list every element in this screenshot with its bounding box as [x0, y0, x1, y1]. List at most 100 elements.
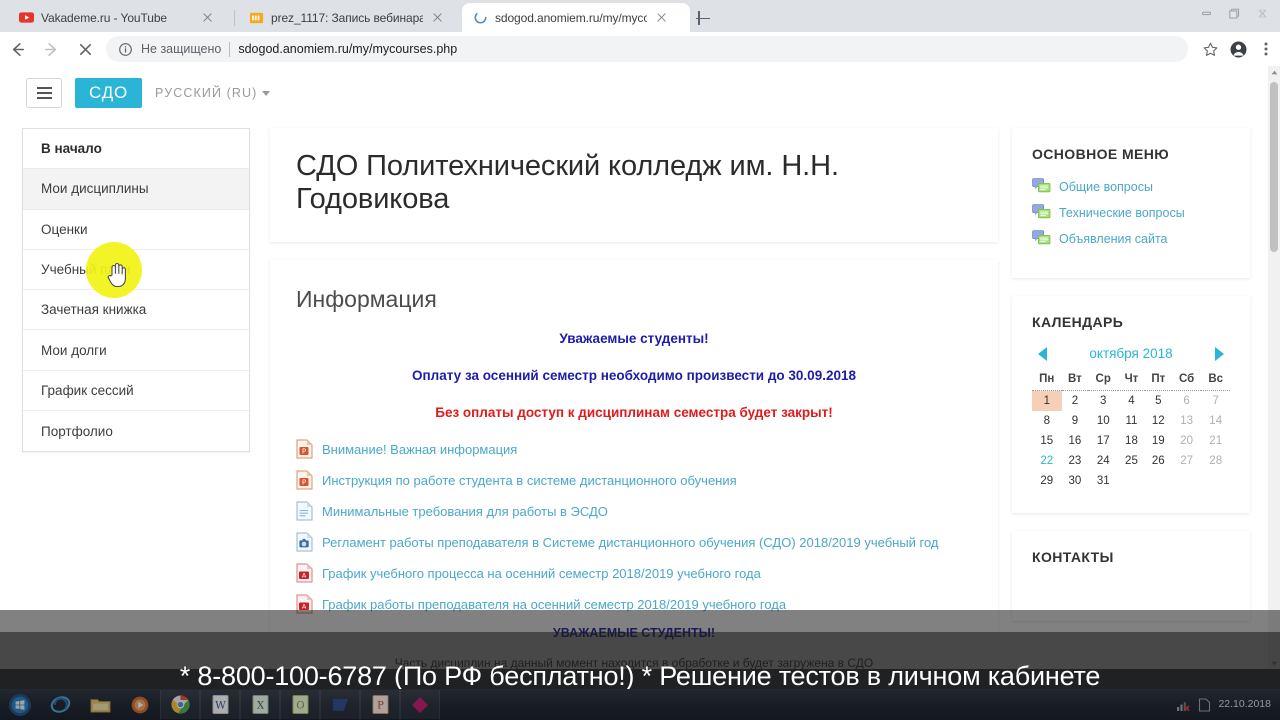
- calendar-day[interactable]: 15: [1032, 431, 1062, 451]
- sidebar-item-home[interactable]: В начало: [23, 129, 249, 170]
- back-button[interactable]: [0, 32, 34, 66]
- tab-close-icon[interactable]: [200, 10, 215, 25]
- bookmark-star-icon[interactable]: [1196, 32, 1224, 66]
- main-menu-item-general[interactable]: Общие вопросы: [1032, 178, 1230, 195]
- calendar-day[interactable]: 13: [1172, 411, 1202, 431]
- calendar-day[interactable]: 21: [1201, 431, 1230, 451]
- url-text: sdogod.anomiem.ru/my/mycourses.php: [238, 42, 458, 56]
- calendar-day[interactable]: 2: [1062, 391, 1089, 412]
- stop-loading-button[interactable]: [68, 32, 102, 66]
- calendar-day[interactable]: 25: [1118, 451, 1145, 471]
- internet-explorer-icon[interactable]: [40, 690, 80, 719]
- document-link[interactable]: Минимальные требования для работы в ЭСДО: [322, 502, 608, 522]
- document-link[interactable]: Внимание! Важная информация: [322, 440, 517, 460]
- calendar-day[interactable]: 3: [1088, 391, 1118, 412]
- chrome-icon[interactable]: [160, 690, 200, 719]
- system-clock[interactable]: 22.10.2018: [1218, 698, 1271, 711]
- calendar-day[interactable]: 30: [1062, 471, 1089, 491]
- sidebar-item-record-book[interactable]: Зачетная книжка: [23, 290, 249, 331]
- list-item[interactable]: P Инструкция по работе студента в систем…: [296, 470, 972, 491]
- tab-close-icon[interactable]: [654, 10, 669, 25]
- tab-title: sdogod.anomiem.ru/my/mycoun: [495, 10, 647, 25]
- calendar-day[interactable]: 11: [1118, 411, 1145, 431]
- prev-month-arrow-icon[interactable]: [1038, 346, 1047, 361]
- chrome-menu-icon[interactable]: [1252, 32, 1280, 66]
- language-label: РУССКИЙ (RU): [155, 86, 258, 100]
- folder-icon[interactable]: [80, 690, 120, 719]
- calendar-day[interactable]: 24: [1088, 451, 1118, 471]
- calendar-day[interactable]: 28: [1201, 451, 1230, 471]
- calendar-day[interactable]: 23: [1062, 451, 1089, 471]
- new-tab-button[interactable]: [692, 7, 714, 29]
- calendar-day[interactable]: 4: [1118, 391, 1145, 412]
- network-error-icon[interactable]: [1176, 698, 1191, 712]
- main-menu-item-technical[interactable]: Технические вопросы: [1032, 204, 1230, 221]
- sidebar-item-grades[interactable]: Оценки: [23, 210, 249, 250]
- address-bar[interactable]: Не защищено sdogod.anomiem.ru/my/mycours…: [106, 36, 1188, 62]
- calendar-day[interactable]: 19: [1145, 431, 1172, 451]
- windows-taskbar: W X O P 22.10.2018: [0, 689, 1280, 720]
- excel-icon[interactable]: X: [240, 690, 280, 719]
- sidebar-item-session-schedule[interactable]: График сессий: [23, 371, 249, 412]
- right-sidebar: ОСНОВНОЕ МЕНЮ Общие вопросы Технические …: [1012, 128, 1250, 669]
- close-button[interactable]: [1248, 2, 1276, 24]
- forum-icon: [1032, 204, 1051, 219]
- calendar-day-today[interactable]: 22: [1032, 451, 1062, 471]
- sidebar-item-my-debts[interactable]: Мои долги: [23, 330, 249, 371]
- calendar-day[interactable]: 20: [1172, 431, 1202, 451]
- document-link[interactable]: Инструкция по работе студента в системе …: [322, 471, 737, 491]
- main-menu-item-announcements[interactable]: Объявления сайта: [1032, 230, 1230, 247]
- diamond-icon[interactable]: [400, 690, 440, 719]
- onenote-icon[interactable]: O: [280, 690, 320, 719]
- calendar-day[interactable]: 17: [1088, 431, 1118, 451]
- powerpoint-icon[interactable]: P: [360, 690, 400, 719]
- calendar-day[interactable]: 1: [1032, 390, 1062, 411]
- document-link[interactable]: График учебного процесса на осенний семе…: [322, 564, 761, 584]
- calendar-day[interactable]: 27: [1172, 451, 1202, 471]
- calendar-day[interactable]: 5: [1145, 391, 1172, 412]
- calendar-day[interactable]: 14: [1201, 411, 1230, 431]
- calendar-day[interactable]: 18: [1118, 431, 1145, 451]
- page-scrollbar[interactable]: [1268, 66, 1280, 669]
- list-item[interactable]: P Внимание! Важная информация: [296, 439, 972, 460]
- document-tray-icon[interactable]: [1198, 697, 1211, 712]
- restore-button[interactable]: [1220, 2, 1248, 24]
- browser-tab-2[interactable]: prez_1117: Запись вебинара (0: [238, 3, 462, 32]
- calendar-day[interactable]: 7: [1201, 391, 1230, 412]
- tab-close-icon[interactable]: [430, 10, 445, 25]
- site-brand-logo[interactable]: СДО: [75, 78, 143, 108]
- list-item[interactable]: Минимальные требования для работы в ЭСДО: [296, 501, 972, 522]
- next-month-arrow-icon[interactable]: [1215, 346, 1224, 361]
- profile-avatar-icon[interactable]: [1224, 32, 1252, 66]
- calendar-day[interactable]: 6: [1172, 391, 1202, 412]
- sidebar-item-curriculum[interactable]: Учебный план: [23, 250, 249, 291]
- calendar-day[interactable]: 31: [1088, 471, 1118, 491]
- calendar-day[interactable]: 9: [1062, 411, 1089, 431]
- browser-tab-3-active[interactable]: sdogod.anomiem.ru/my/mycoun: [462, 3, 690, 32]
- calendar-day[interactable]: 29: [1032, 471, 1062, 491]
- hamburger-icon[interactable]: [26, 78, 62, 108]
- language-selector[interactable]: РУССКИЙ (RU): [155, 86, 271, 100]
- media-player-icon[interactable]: [120, 690, 160, 719]
- list-item[interactable]: Регламент работы преподавателя в Системе…: [296, 532, 972, 553]
- minimize-button[interactable]: [1192, 2, 1220, 24]
- browser-tab-1[interactable]: Vakademe.ru - YouTube: [8, 3, 232, 32]
- sidebar-item-portfolio[interactable]: Портфолио: [23, 411, 249, 451]
- start-orb-icon[interactable]: [0, 690, 40, 719]
- document-link[interactable]: Регламент работы преподавателя в Системе…: [322, 533, 939, 553]
- word-icon[interactable]: W: [200, 690, 240, 719]
- scroll-up-arrow-icon[interactable]: [1268, 66, 1280, 78]
- sidebar-item-label: Мои долги: [41, 342, 107, 358]
- list-item[interactable]: A График учебного процесса на осенний се…: [296, 563, 972, 584]
- info-circle-icon[interactable]: [118, 42, 133, 57]
- calendar-day[interactable]: 26: [1145, 451, 1172, 471]
- calendar-day[interactable]: 12: [1145, 411, 1172, 431]
- sidebar-item-my-courses[interactable]: Мои дисциплины: [23, 169, 249, 210]
- scrollbar-thumb[interactable]: [1270, 82, 1278, 252]
- calendar-day[interactable]: 16: [1062, 431, 1089, 451]
- window-controls: [1192, 2, 1276, 24]
- calendar-day[interactable]: 8: [1032, 411, 1062, 431]
- powerpoint-blue-icon[interactable]: [320, 690, 360, 719]
- system-tray: 22.10.2018: [1176, 698, 1280, 712]
- calendar-day[interactable]: 10: [1088, 411, 1118, 431]
